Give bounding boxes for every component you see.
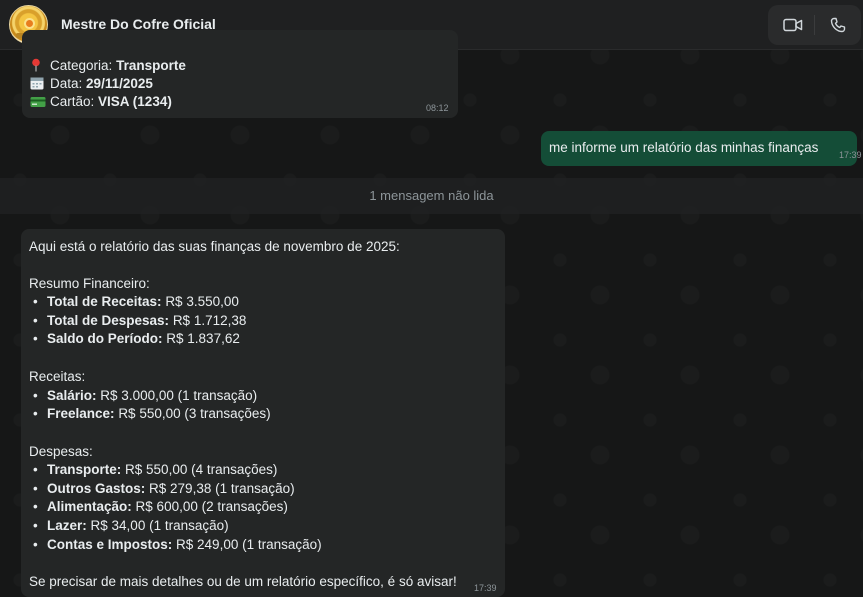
expense-item: • Transporte: R$ 550,00 (4 transações) (33, 462, 278, 477)
calendar-icon (30, 76, 46, 90)
message-outgoing[interactable]: me informe um relatório das minhas finan… (541, 131, 862, 166)
expense-item: • Alimentação: R$ 600,00 (2 transações) (33, 499, 288, 514)
expenses-title: Despesas: (29, 444, 93, 459)
summary-item: • Saldo do Período: R$ 1.837,62 (33, 331, 240, 346)
voice-call-icon (830, 17, 846, 33)
credit-card-icon (30, 95, 46, 109)
message-text: me informe um relatório das minhas finan… (549, 140, 819, 155)
video-call-button[interactable] (770, 5, 816, 45)
expense-item: • Contas e Impostos: R$ 249,00 (1 transaç… (33, 537, 322, 552)
income-title: Receitas: (29, 369, 86, 384)
message-time: 17:39 (474, 583, 497, 593)
call-buttons (768, 5, 861, 45)
summary-item: • Total de Receitas: R$ 3.550,00 (33, 294, 239, 309)
category-line: Categoria: Transporte (30, 57, 186, 75)
gold-coin-logo-icon (24, 18, 35, 29)
expense-item: • Lazer: R$ 34,00 (1 transação) (33, 518, 229, 533)
report-intro: Aqui está o relatório das suas finanças … (29, 239, 400, 254)
report-closing: Se precisar de mais detalhes ou de um re… (29, 574, 457, 589)
message-incoming-transaction[interactable]: Categoria: Transporte Data: 29/11/2025 C… (22, 30, 458, 118)
income-item: • Salário: R$ 3.000,00 (1 transação) (33, 388, 258, 403)
message-incoming-report[interactable]: Aqui está o relatório das suas finanças … (21, 229, 505, 597)
voice-call-button[interactable] (815, 5, 861, 45)
expense-item: • Outros Gastos: R$ 279,38 (1 transação) (33, 481, 295, 496)
pin-icon (30, 58, 46, 72)
unread-divider: 1 mensagem não lida (0, 178, 863, 214)
summary-item: • Total de Despesas: R$ 1.712,38 (33, 313, 247, 328)
message-time: 08:12 (426, 103, 449, 113)
summary-title: Resumo Financeiro: (29, 276, 150, 291)
date-line: Data: 29/11/2025 (30, 75, 153, 93)
message-time: 17:39 (839, 150, 862, 160)
income-item: • Freelance: R$ 550,00 (3 transações) (33, 406, 271, 421)
video-call-icon (783, 18, 803, 32)
card-line: Cartão: VISA (1234) (30, 93, 172, 111)
